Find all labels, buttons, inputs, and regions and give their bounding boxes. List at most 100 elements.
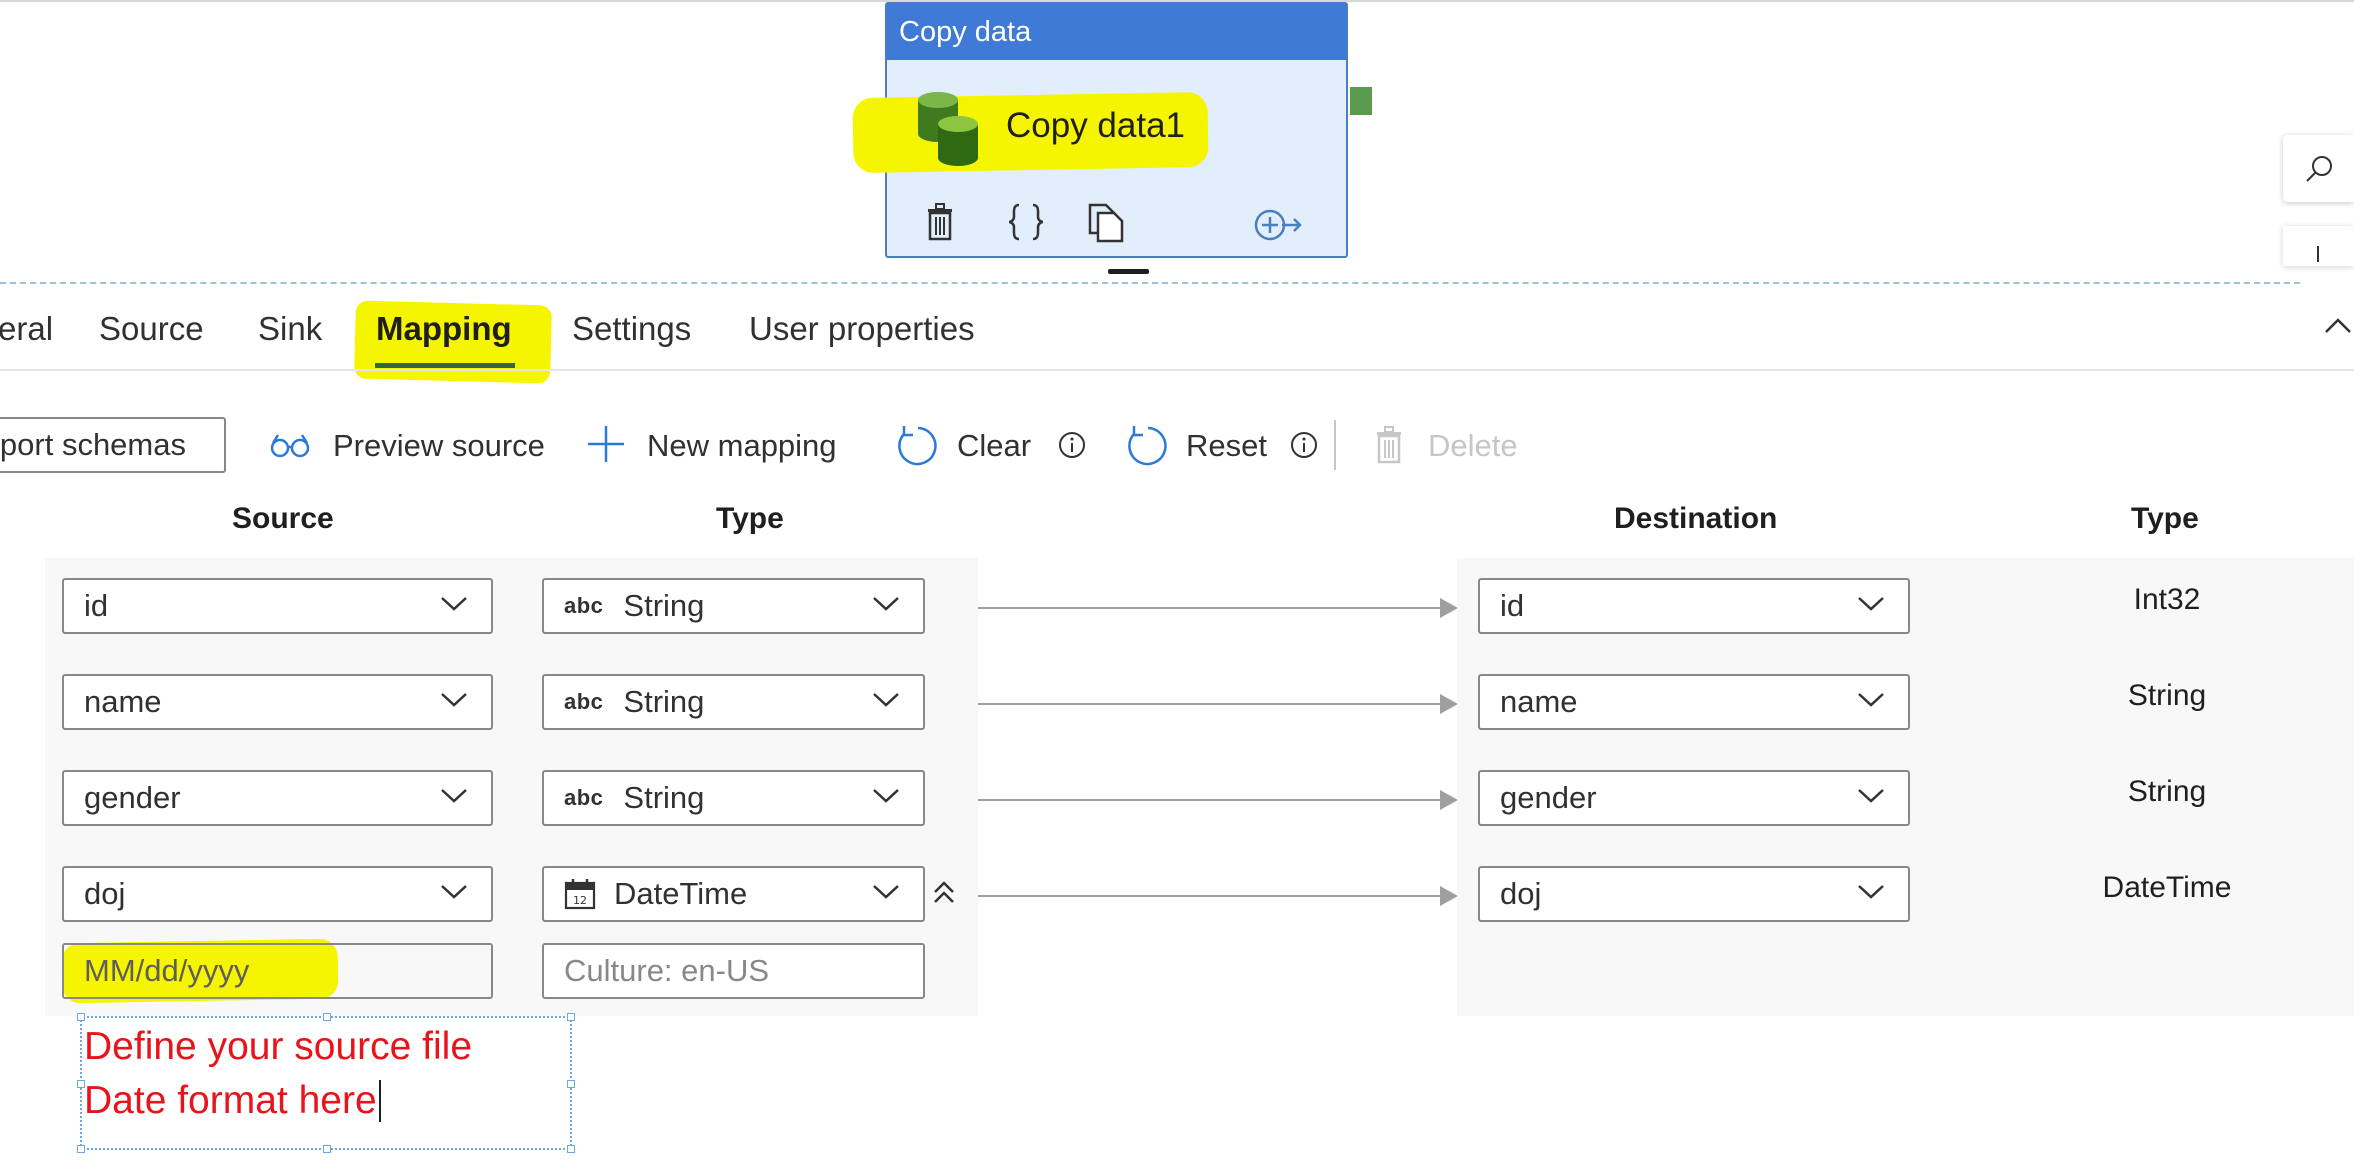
clone-icon[interactable]: [1088, 203, 1124, 243]
mapping-arrow-line: [978, 703, 1448, 705]
chevron-down-icon: [1858, 885, 1884, 899]
destination-field-select[interactable]: name: [1478, 674, 1910, 730]
mapping-arrow-line: [978, 895, 1448, 897]
source-field-value: id: [84, 588, 109, 623]
collapse-panel-icon[interactable]: [2320, 310, 2354, 340]
clear-button[interactable]: Clear: [957, 428, 1031, 464]
destination-field-select[interactable]: doj: [1478, 866, 1910, 922]
reset-info-icon[interactable]: [1290, 431, 1318, 459]
glasses-icon: [270, 434, 310, 458]
search-icon: [2305, 155, 2332, 182]
panel-divider: [0, 282, 2300, 284]
toolbar-separator: [1334, 420, 1336, 470]
reset-refresh-icon: [1128, 426, 1167, 466]
activity-name[interactable]: Copy data1: [1006, 106, 1185, 146]
chevron-down-icon: [441, 597, 467, 611]
destination-type-value: Int32: [2133, 583, 2201, 616]
trash-icon: [1377, 426, 1401, 464]
chevron-down-icon: [441, 789, 467, 803]
delete-icon[interactable]: [926, 203, 954, 241]
source-field-select[interactable]: name: [62, 674, 493, 730]
resize-handle[interactable]: [567, 1145, 575, 1153]
source-type-value: String: [623, 588, 705, 623]
code-icon[interactable]: [1007, 203, 1045, 241]
chevron-down-icon: [873, 885, 899, 899]
new-mapping-button[interactable]: New mapping: [647, 428, 837, 464]
source-type-select[interactable]: 12 DateTime: [542, 866, 925, 922]
collapse-format-icon[interactable]: [932, 880, 956, 908]
delete-button[interactable]: Delete: [1428, 428, 1518, 464]
copy-data-icon: [918, 92, 978, 166]
source-field-value: doj: [84, 876, 126, 911]
destination-column-header: Destination: [1614, 502, 1778, 535]
tab-settings[interactable]: Settings: [572, 310, 691, 348]
chevron-down-icon: [1858, 597, 1884, 611]
success-output-handle[interactable]: [1350, 87, 1372, 115]
tab-source[interactable]: Source: [99, 310, 204, 348]
import-schemas-button[interactable]: nport schemas: [0, 417, 226, 473]
destination-type-column-header: Type: [2131, 502, 2199, 535]
destination-field-value: name: [1500, 684, 1578, 719]
destination-field-select[interactable]: gender: [1478, 770, 1910, 826]
source-type-select[interactable]: abc String: [542, 674, 925, 730]
tab-bar-border: [0, 369, 2354, 371]
resize-handle[interactable]: [323, 1145, 331, 1153]
chevron-down-icon: [873, 597, 899, 611]
source-type-select[interactable]: abc String: [542, 578, 925, 634]
abc-icon: abc: [564, 593, 604, 618]
abc-icon: abc: [564, 785, 604, 810]
source-field-select[interactable]: doj: [62, 866, 493, 922]
source-field-value: name: [84, 684, 162, 719]
canvas-side-toolbar[interactable]: [2283, 226, 2354, 266]
mapping-arrow-head: [1440, 598, 1458, 618]
source-field-select[interactable]: gender: [62, 770, 493, 826]
date-format-placeholder: MM/dd/yyyy: [84, 953, 250, 988]
chevron-down-icon: [441, 693, 467, 707]
chevron-down-icon: [441, 885, 467, 899]
source-field-select[interactable]: id: [62, 578, 493, 634]
tab-user-properties[interactable]: User properties: [749, 310, 975, 348]
clear-refresh-icon: [898, 426, 937, 466]
destination-field-value: doj: [1500, 876, 1542, 911]
active-tab-indicator: [375, 363, 515, 368]
destination-type-value: DateTime: [2102, 871, 2232, 904]
panel-resize-handle[interactable]: [1108, 269, 1149, 274]
source-field-value: gender: [84, 780, 181, 815]
annotation-text: Define your source file Date format here: [84, 1020, 572, 1128]
annotation-line-1: Define your source file: [84, 1025, 473, 1068]
annotation-line-2: Date format here: [84, 1079, 377, 1122]
culture-placeholder: Culture: en-US: [564, 953, 770, 988]
source-type-value: String: [623, 684, 705, 719]
calendar-icon: 12: [564, 879, 596, 910]
mapping-arrow-head: [1440, 694, 1458, 714]
destination-type-value: String: [2127, 679, 2207, 712]
plus-icon: [588, 426, 624, 462]
tab-mapping[interactable]: Mapping: [376, 310, 512, 348]
source-column-header: Source: [232, 502, 334, 535]
destination-field-value: gender: [1500, 780, 1597, 815]
destination-type-value: String: [2127, 775, 2207, 808]
date-format-input[interactable]: MM/dd/yyyy: [62, 943, 493, 999]
import-schemas-label: nport schemas: [0, 427, 186, 462]
activity-header: Copy data: [887, 4, 1346, 60]
mapping-arrow-head: [1440, 790, 1458, 810]
source-type-column-header: Type: [716, 502, 784, 535]
abc-icon: abc: [564, 689, 604, 714]
mapping-arrow-line: [978, 607, 1448, 609]
source-type-value: DateTime: [614, 876, 748, 911]
destination-field-select[interactable]: id: [1478, 578, 1910, 634]
clear-info-icon[interactable]: [1058, 431, 1086, 459]
text-cursor: [378, 1080, 381, 1122]
add-output-icon[interactable]: [1254, 207, 1304, 243]
chevron-down-icon: [873, 693, 899, 707]
canvas-search-button[interactable]: [2283, 135, 2354, 202]
culture-input[interactable]: Culture: en-US: [542, 943, 925, 999]
tab-general[interactable]: eral: [0, 310, 53, 348]
chevron-down-icon: [873, 789, 899, 803]
resize-handle[interactable]: [77, 1145, 85, 1153]
svg-text:12: 12: [573, 894, 587, 907]
tab-sink[interactable]: Sink: [258, 310, 322, 348]
preview-source-button[interactable]: Preview source: [333, 428, 545, 464]
source-type-select[interactable]: abc String: [542, 770, 925, 826]
reset-button[interactable]: Reset: [1186, 428, 1267, 464]
